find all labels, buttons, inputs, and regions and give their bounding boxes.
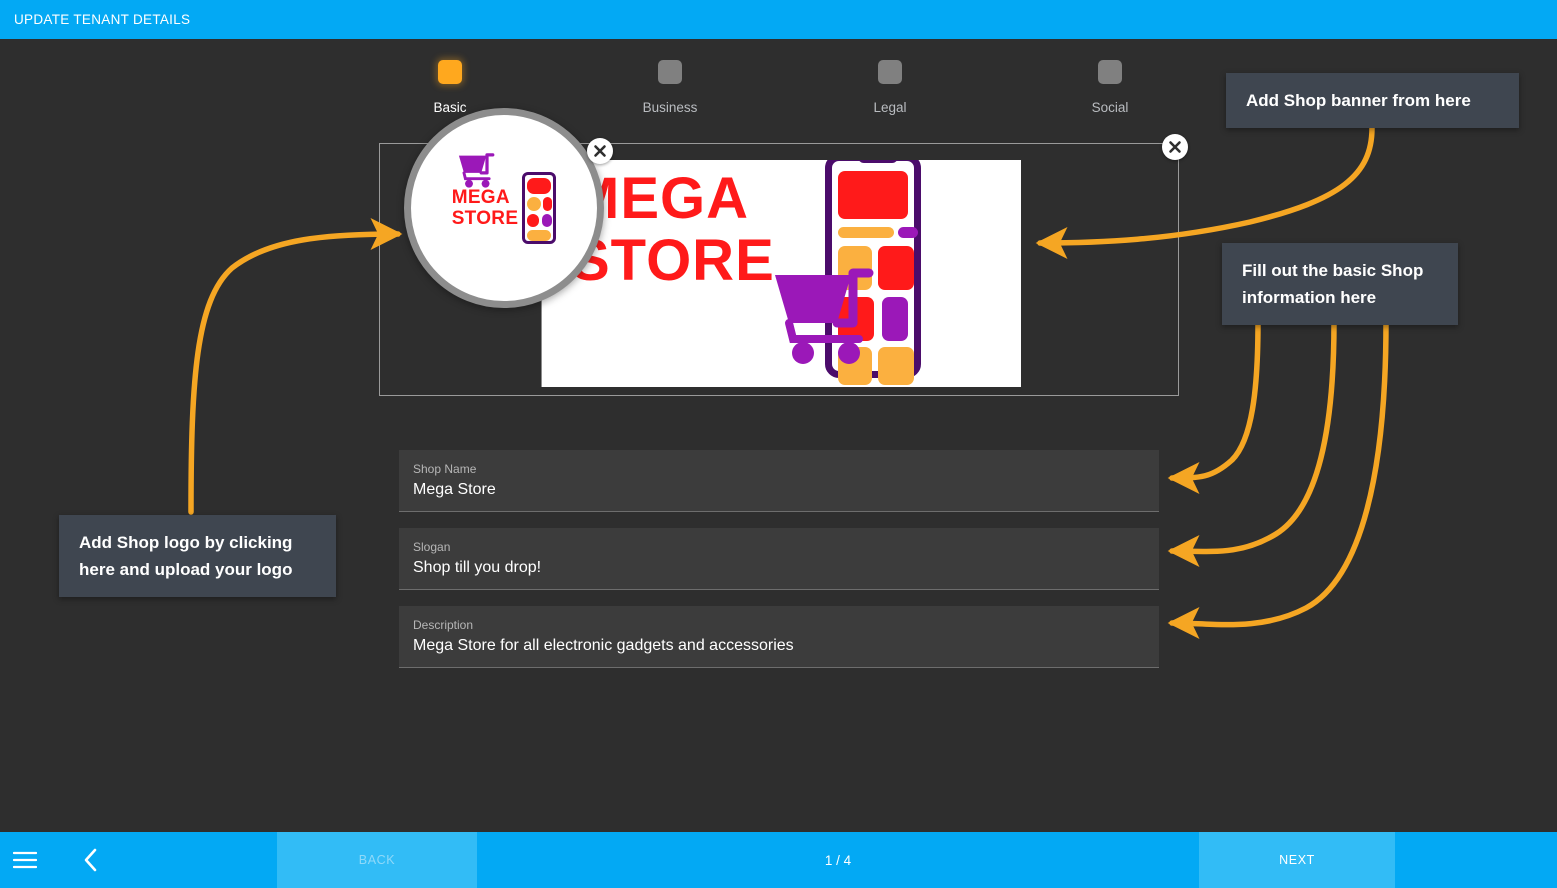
logo-wordmark: MEGA STORE — [452, 187, 519, 229]
shop-name-field[interactable]: Shop Name Mega Store — [399, 450, 1159, 512]
close-icon — [594, 145, 606, 157]
shop-name-label: Shop Name — [413, 462, 477, 476]
step-social[interactable]: Social — [1040, 60, 1180, 115]
hamburger-menu-icon[interactable] — [10, 845, 40, 875]
next-button[interactable]: NEXT — [1199, 832, 1395, 888]
page-indicator: 1 / 4 — [824, 852, 852, 868]
chevron-left-icon — [84, 848, 97, 872]
logo-word-line2: STORE — [451, 208, 519, 229]
shop-logo-upload[interactable]: MEGA STORE — [404, 108, 604, 308]
step-legal-box — [878, 60, 902, 84]
bottombar-icons — [0, 832, 145, 888]
banner-cart-icon — [775, 268, 874, 364]
arrow-to-logo — [188, 218, 403, 515]
back-chevron-button[interactable] — [76, 845, 106, 875]
slogan-input[interactable]: Shop till you drop! — [413, 559, 1145, 577]
app-root: UPDATE TENANT DETAILS Basic Business Leg… — [0, 0, 1557, 888]
close-icon — [1169, 141, 1181, 153]
bottombar-spacer — [145, 832, 277, 888]
step-business-label: Business — [642, 100, 698, 115]
banner-artwork: MEGA STORE — [541, 160, 1021, 387]
arrow-to-description — [1167, 319, 1389, 639]
menu-icon — [13, 851, 37, 869]
description-input[interactable]: Mega Store for all electronic gadgets an… — [413, 637, 1145, 655]
step-business-box — [658, 60, 682, 84]
tooltip-basic-info: Fill out the basic Shop information here — [1222, 243, 1458, 325]
banner-phone-notch — [858, 160, 898, 163]
basic-info-form: Shop Name Mega Store Slogan Shop till yo… — [399, 450, 1159, 684]
step-social-label: Social — [1091, 100, 1129, 115]
logo-phone-graphic — [522, 172, 557, 244]
shop-name-input[interactable]: Mega Store — [413, 481, 1145, 499]
step-basic[interactable]: Basic — [380, 60, 520, 115]
tooltip-add-banner: Add Shop banner from here — [1226, 73, 1519, 128]
media-panel: MEGA STORE MEGA STORE — [379, 108, 1179, 396]
remove-logo-close-icon[interactable] — [587, 138, 613, 164]
annotation-arrows — [188, 125, 1389, 639]
description-label: Description — [413, 618, 474, 632]
bottombar-end-spacer — [1395, 832, 1557, 888]
step-business[interactable]: Business — [600, 60, 740, 115]
step-legal-label: Legal — [873, 100, 907, 115]
remove-banner-close-icon[interactable] — [1162, 134, 1188, 160]
tooltip-add-logo: Add Shop logo by clicking here and uploa… — [59, 515, 336, 597]
page-title: UPDATE TENANT DETAILS — [14, 12, 191, 27]
description-field[interactable]: Description Mega Store for all electroni… — [399, 606, 1159, 668]
step-legal[interactable]: Legal — [820, 60, 960, 115]
titlebar: UPDATE TENANT DETAILS — [0, 0, 1557, 39]
logo-word-line1: MEGA — [451, 187, 510, 208]
bottom-navigation-bar: BACK 1 / 4 NEXT — [0, 832, 1557, 888]
slogan-field[interactable]: Slogan Shop till you drop! — [399, 528, 1159, 590]
arrow-to-shop-name — [1167, 319, 1261, 494]
back-button[interactable]: BACK — [277, 832, 477, 888]
shop-banner-image[interactable]: MEGA STORE — [541, 160, 1021, 387]
logo-cart-icon — [458, 153, 495, 188]
step-social-box — [1098, 60, 1122, 84]
slogan-label: Slogan — [413, 540, 451, 554]
step-basic-box — [438, 60, 462, 84]
arrow-to-slogan — [1167, 319, 1337, 567]
